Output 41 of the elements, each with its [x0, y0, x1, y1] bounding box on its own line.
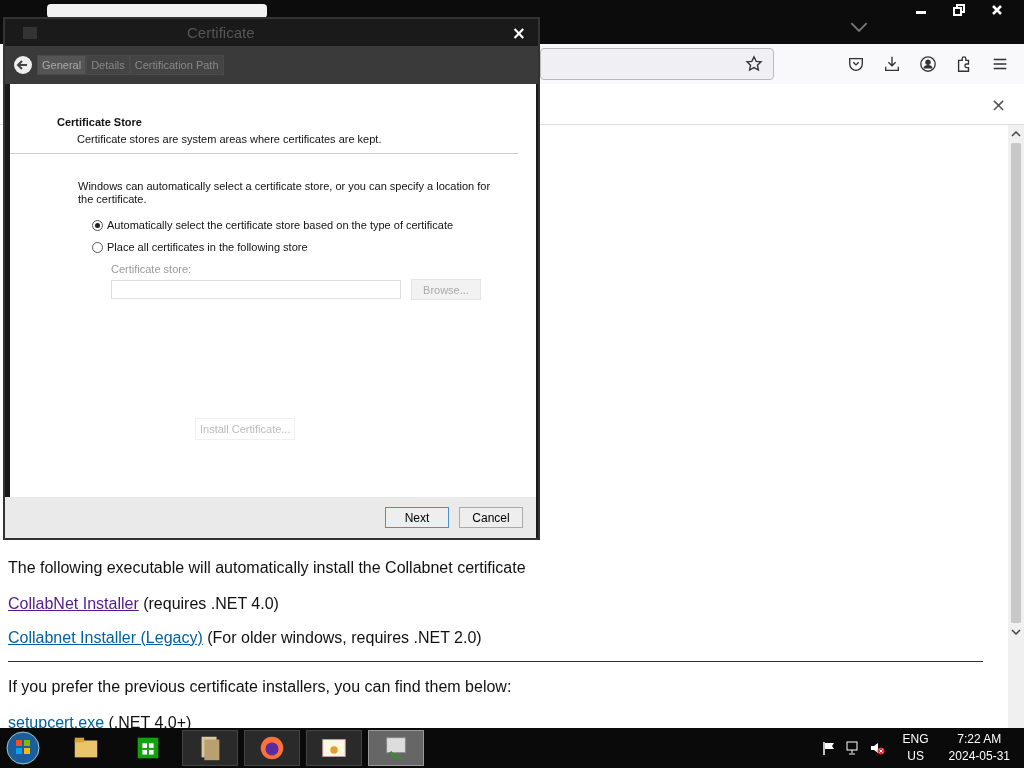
cancel-button[interactable]: Cancel	[459, 507, 523, 528]
link[interactable]: CollabNet Installer	[8, 595, 139, 612]
clock-time[interactable]: 7:22 AM	[957, 731, 1002, 748]
link[interactable]: setupcert.exe	[8, 714, 105, 731]
browser-tab[interactable]	[47, 4, 267, 18]
next-button[interactable]: Next	[385, 507, 449, 528]
description: Windows can automatically select a certificate store, or you can specify a location for the certificate.	[78, 180, 492, 206]
network-icon[interactable]	[844, 740, 861, 756]
download-icon[interactable]	[883, 55, 901, 73]
input-field[interactable]	[111, 280, 401, 299]
scroll-down-icon[interactable]	[1011, 629, 1021, 635]
account-icon[interactable]	[919, 55, 937, 73]
radio-button[interactable]	[92, 219, 103, 231]
radio-button[interactable]	[92, 241, 103, 253]
pocket-icon[interactable]	[847, 55, 865, 73]
close-button[interactable]: ×	[505, 22, 532, 43]
scroll-up-icon[interactable]	[1011, 131, 1021, 137]
window-title: Certificate	[187, 24, 255, 41]
clock-date[interactable]: 2024-05-31	[948, 748, 1010, 765]
option-label[interactable]: Place all certificates in the following store	[107, 241, 308, 253]
muted-speaker-icon[interactable]	[868, 740, 885, 756]
page-heading: Certificate Store	[57, 116, 143, 128]
link-note: (.NET 4.0+)	[107, 714, 192, 731]
field-label: Certificate store:	[111, 263, 193, 275]
paragraph: The following executable will automatically install the Collabnet certificate	[8, 559, 527, 577]
link[interactable]: Collabnet Installer (Legacy)	[8, 629, 203, 646]
close-button[interactable]: ×	[988, 93, 1008, 115]
link-note: (For older windows, requires .NET 2.0)	[206, 629, 482, 646]
link-note: (requires .NET 4.0)	[142, 595, 279, 612]
star-icon[interactable]	[745, 55, 763, 73]
region-indicator[interactable]: US	[907, 748, 924, 765]
paragraph: If you prefer the previous certificate installers, you can find them below:	[8, 678, 513, 696]
start-button[interactable]	[6, 731, 40, 765]
taskbar-button[interactable]	[182, 730, 238, 766]
option-label[interactable]: Automatically select the certificate store based on the type of certificate	[107, 219, 454, 231]
flag-icon[interactable]	[820, 740, 837, 756]
page-subheading: Certificate stores are system areas where certificates are kept.	[77, 133, 383, 145]
scrollbar[interactable]	[1008, 125, 1024, 728]
taskbar-button[interactable]	[306, 730, 362, 766]
language-indicator[interactable]: ENG	[902, 731, 929, 748]
scrollbar-thumb[interactable]	[1011, 143, 1021, 623]
